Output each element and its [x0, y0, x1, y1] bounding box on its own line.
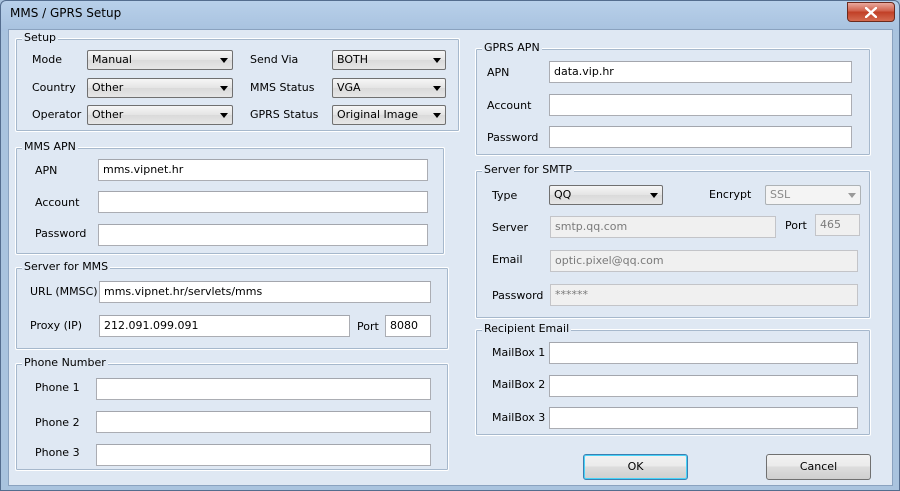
mms-apn-input-value: mms.vipnet.hr [103, 163, 184, 176]
send-via-label: Send Via [250, 53, 299, 66]
mms-port-input[interactable]: 8080 [385, 315, 431, 337]
setup-group-title: Setup [22, 31, 59, 45]
mailbox-1-input[interactable] [549, 342, 858, 364]
proxy-ip-input[interactable]: 212.091.099.091 [99, 315, 350, 337]
phone-2-input[interactable] [96, 411, 431, 433]
mailbox-1-label: MailBox 1 [492, 346, 546, 359]
phone-3-label: Phone 3 [35, 446, 80, 459]
smtp-port-label: Port [785, 219, 807, 232]
gprs-status-label: GPRS Status [250, 108, 319, 121]
mailbox-3-input[interactable] [549, 407, 858, 429]
chevron-down-icon [433, 86, 441, 91]
gprs-password-label: Password [487, 131, 539, 144]
smtp-password-label: Password [492, 289, 544, 302]
gprs-apn-label: APN [487, 66, 510, 79]
encrypt-label: Encrypt [709, 188, 752, 201]
chevron-down-icon [433, 113, 441, 118]
mailbox-2-label: MailBox 2 [492, 378, 546, 391]
phone-3-input[interactable] [96, 444, 431, 466]
mms-account-input[interactable] [98, 191, 428, 213]
smtp-password-input[interactable]: ****** [550, 284, 858, 306]
mailbox-2-input[interactable] [549, 375, 858, 397]
phone-1-input[interactable] [96, 378, 431, 400]
smtp-password-input-value: ****** [555, 288, 588, 301]
mode-label: Mode [32, 53, 62, 66]
mms-apn-label: APN [35, 164, 58, 177]
chevron-down-icon [220, 113, 228, 118]
encrypt-select-value: SSL [770, 188, 791, 201]
chevron-down-icon [848, 193, 856, 198]
close-icon [865, 6, 877, 18]
chevron-down-icon [433, 58, 441, 63]
mms-apn-input[interactable]: mms.vipnet.hr [98, 159, 428, 181]
phone-number-group-title: Phone Number [22, 356, 108, 370]
chevron-down-icon [220, 58, 228, 63]
send-via-select-value: BOTH [337, 53, 369, 66]
mmsc-url-input-value: mms.vipnet.hr/servlets/mms [104, 285, 263, 298]
smtp-type-select-value: QQ [554, 188, 572, 201]
gprs-account-label: Account [487, 99, 532, 112]
mms-status-select-value: VGA [337, 81, 361, 94]
chevron-down-icon [220, 86, 228, 91]
country-label: Country [32, 81, 76, 94]
dialog-client-area: Setup Mode Manual Country Other Operator… [8, 29, 893, 486]
proxy-ip-label: Proxy (IP) [30, 319, 83, 332]
smtp-email-input[interactable]: optic.pixel@qq.com [550, 250, 858, 272]
smtp-server-input[interactable]: smtp.qq.com [550, 216, 776, 238]
operator-select-value: Other [92, 108, 124, 121]
mmsc-url-input[interactable]: mms.vipnet.hr/servlets/mms [99, 281, 431, 303]
mms-port-input-value: 8080 [390, 319, 418, 332]
gprs-status-select-value: Original Image [337, 108, 418, 121]
operator-label: Operator [32, 108, 82, 121]
country-select-value: Other [92, 81, 124, 94]
ok-button[interactable]: OK [583, 454, 688, 480]
phone-1-label: Phone 1 [35, 381, 80, 394]
dialog-window: MMS / GPRS Setup Setup Mode Manual Count… [0, 0, 900, 491]
mms-status-label: MMS Status [250, 81, 315, 94]
smtp-type-select[interactable]: QQ [549, 185, 663, 205]
smtp-server-input-value: smtp.qq.com [555, 220, 628, 233]
mms-password-label: Password [35, 227, 87, 240]
smtp-type-label: Type [492, 189, 518, 202]
gprs-account-input[interactable] [549, 94, 852, 116]
gprs-apn-input[interactable]: data.vip.hr [549, 61, 852, 83]
gprs-status-select[interactable]: Original Image [332, 105, 446, 125]
server-smtp-group-title: Server for SMTP [482, 163, 575, 177]
mms-password-input[interactable] [98, 224, 428, 246]
recipient-email-group-title: Recipient Email [482, 322, 572, 336]
mms-account-label: Account [35, 196, 80, 209]
mms-status-select[interactable]: VGA [332, 78, 446, 98]
mode-select-value: Manual [92, 53, 132, 66]
smtp-port-input[interactable]: 465 [815, 214, 860, 236]
cancel-button[interactable]: Cancel [766, 454, 871, 480]
country-select[interactable]: Other [87, 78, 233, 98]
smtp-port-input-value: 465 [820, 218, 841, 231]
smtp-email-label: Email [492, 253, 523, 266]
mailbox-3-label: MailBox 3 [492, 411, 546, 424]
gprs-apn-group-title: GPRS APN [482, 41, 542, 55]
mms-port-label: Port [357, 320, 379, 333]
chevron-down-icon [650, 193, 658, 198]
smtp-email-input-value: optic.pixel@qq.com [555, 254, 664, 267]
encrypt-select[interactable]: SSL [765, 185, 861, 205]
gprs-apn-input-value: data.vip.hr [554, 65, 614, 78]
proxy-ip-input-value: 212.091.099.091 [104, 319, 199, 332]
operator-select[interactable]: Other [87, 105, 233, 125]
mms-apn-group-title: MMS APN [22, 140, 78, 154]
mmsc-url-label: URL (MMSC) [30, 285, 98, 298]
server-mms-group: Server for MMS [15, 260, 449, 350]
mode-select[interactable]: Manual [87, 50, 233, 70]
send-via-select[interactable]: BOTH [332, 50, 446, 70]
server-mms-group-title: Server for MMS [22, 260, 111, 274]
smtp-server-label: Server [492, 221, 529, 234]
gprs-password-input[interactable] [549, 126, 852, 148]
window-title: MMS / GPRS Setup [10, 6, 122, 20]
phone-2-label: Phone 2 [35, 416, 80, 429]
close-button[interactable] [847, 2, 895, 22]
